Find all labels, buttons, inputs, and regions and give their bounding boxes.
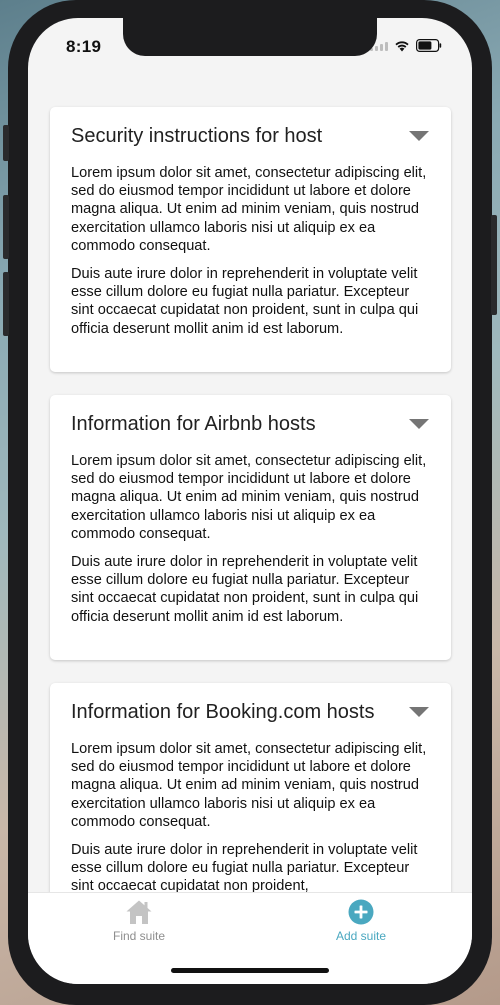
card-paragraph: Duis aute irure dolor in reprehenderit i…: [71, 266, 419, 337]
card-paragraph: Duis aute irure dolor in reprehenderit i…: [71, 554, 419, 625]
home-icon: [126, 900, 152, 924]
card-title: Information for Airbnb hosts: [71, 413, 316, 435]
card-header[interactable]: Security instructions for host: [71, 124, 429, 148]
card-paragraph: Lorem ipsum dolor sit amet, consectetur …: [71, 165, 427, 254]
volume-up-button: [3, 195, 9, 259]
tab-label: Add suite: [335, 929, 387, 943]
device-notch: [123, 18, 377, 56]
caret-down-icon[interactable]: [409, 131, 429, 141]
card-paragraph: Lorem ipsum dolor sit amet, consectetur …: [71, 453, 427, 542]
tab-find-suite[interactable]: Find suite: [79, 899, 199, 943]
status-icons: [370, 39, 442, 52]
card-header[interactable]: Information for Airbnb hosts: [71, 412, 429, 436]
wifi-icon: [395, 40, 409, 51]
status-time: 8:19: [66, 37, 102, 56]
card-paragraph: Lorem ipsum dolor sit amet, consectetur …: [71, 741, 427, 830]
app-screen: Security instructions for host Lorem ips…: [28, 18, 472, 984]
card-title: Information for Booking.com hosts: [71, 701, 375, 723]
scroll-content[interactable]: Security instructions for host Lorem ips…: [28, 18, 472, 892]
tab-label: Find suite: [112, 929, 166, 943]
power-button: [491, 215, 497, 315]
home-indicator[interactable]: [171, 968, 329, 973]
info-card-airbnb: Information for Airbnb hosts Lorem ipsum…: [50, 395, 451, 660]
caret-down-icon[interactable]: [409, 419, 429, 429]
card-header[interactable]: Information for Booking.com hosts: [71, 700, 429, 724]
info-card-security: Security instructions for host Lorem ips…: [50, 107, 451, 372]
card-title: Security instructions for host: [71, 125, 323, 147]
info-card-booking: Information for Booking.com hosts Lorem …: [50, 683, 451, 892]
volume-down-button: [3, 272, 9, 336]
battery-icon: [416, 39, 442, 52]
caret-down-icon[interactable]: [409, 707, 429, 717]
mute-switch: [3, 125, 9, 161]
plus-circle-icon: [348, 899, 374, 925]
card-paragraph: Duis aute irure dolor in reprehenderit i…: [71, 842, 418, 892]
tab-add-suite[interactable]: Add suite: [301, 899, 421, 943]
